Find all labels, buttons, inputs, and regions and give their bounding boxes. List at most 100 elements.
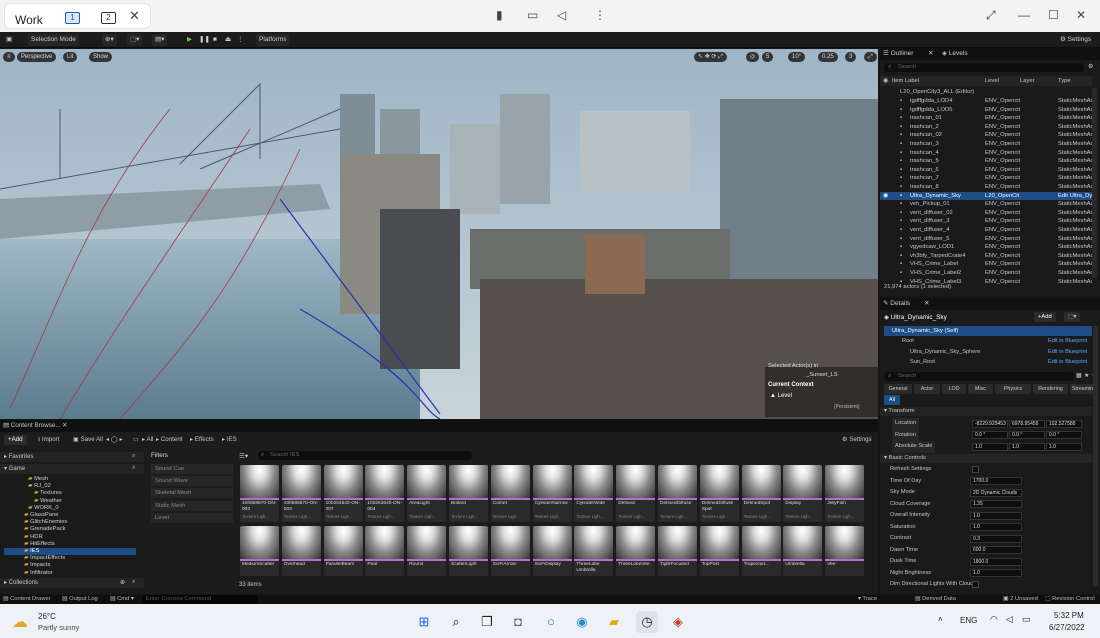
outliner-row[interactable]: ▪ trashcan_3 ENV_Opencit StaticMeshAc bbox=[880, 140, 1092, 149]
tray-expand-icon[interactable]: ˄ bbox=[938, 615, 943, 624]
col-item-label[interactable]: Item Label bbox=[892, 76, 919, 86]
tab-outliner[interactable]: ☰ Outliner bbox=[883, 48, 913, 60]
breadcrumb-ies[interactable]: ▸ IES bbox=[222, 433, 237, 447]
output-log-button[interactable]: ▤ Output Log bbox=[62, 595, 98, 604]
wifi-icon[interactable]: ◠ bbox=[990, 614, 998, 625]
asset-tile[interactable]: DefinedSpot Texture Ligh... bbox=[741, 465, 781, 522]
search-icon[interactable]: ⌕ bbox=[445, 611, 467, 633]
close-window-icon[interactable]: ✕ bbox=[1076, 8, 1086, 22]
asset-tile[interactable]: Trapezoid... bbox=[741, 526, 781, 576]
outliner-row[interactable]: ▪ vgyedcaw_LOD1 ENV_Opencit StaticMeshAc bbox=[880, 243, 1092, 252]
desktop-2-button[interactable]: 2 bbox=[101, 12, 116, 24]
outliner-row[interactable]: ▪ VHS_Crime_Label ENV_Opencit StaticMeshAc bbox=[880, 260, 1092, 269]
outliner-scrollbar[interactable] bbox=[1092, 88, 1097, 278]
monitor-icon[interactable]: ▭ bbox=[527, 8, 538, 22]
unsaved-button[interactable]: ▣ 2 Unsaved bbox=[1003, 595, 1038, 604]
category-all[interactable]: All bbox=[884, 395, 900, 405]
transform-value[interactable]: 0.0 ° bbox=[1046, 431, 1082, 440]
weather-icon[interactable]: ☁ bbox=[12, 612, 28, 632]
folder-impacts[interactable]: ▰ Impacts bbox=[24, 562, 50, 569]
favorites-section[interactable]: ▸ Favorites bbox=[0, 452, 144, 462]
asset-tile[interactable]: 100263640-ON-004 Texture Ligh... bbox=[365, 465, 405, 522]
outliner-search-input[interactable]: ⌕ Search bbox=[884, 63, 1084, 72]
outliner-row[interactable]: ▪ trashcan_8 ENV_Opencit StaticMeshAc bbox=[880, 183, 1092, 192]
weather-desc[interactable]: Partly sunny bbox=[38, 623, 79, 632]
transform-value[interactable]: 0.0 ° bbox=[972, 431, 1008, 440]
asset-tile[interactable]: Umbrella bbox=[783, 526, 823, 576]
transform-label[interactable]: Location bbox=[892, 418, 920, 430]
world-local-icon[interactable]: ◎ bbox=[746, 52, 760, 62]
close-icon[interactable]: ✕ bbox=[129, 8, 140, 24]
transform-section[interactable]: ▾ Transform bbox=[880, 407, 1092, 416]
cb-settings-button[interactable]: ⚙ Settings bbox=[842, 433, 872, 447]
filter-item[interactable]: Sound Cue bbox=[151, 464, 233, 474]
outliner-row[interactable]: ▪ trashcan_4 ENV_Opencit StaticMeshAc bbox=[880, 149, 1092, 158]
asset-tile[interactable]: Vee bbox=[825, 526, 865, 576]
asset-tile[interactable]: ThreeLobeVee bbox=[616, 526, 656, 576]
save-icon[interactable]: ▣ bbox=[3, 34, 15, 46]
perspective-button[interactable]: Perspective bbox=[17, 52, 57, 62]
edge-icon[interactable]: ◉ bbox=[571, 611, 593, 633]
more-vert-icon[interactable]: ⋮ bbox=[594, 8, 606, 22]
tab-details[interactable]: ✎ Details bbox=[883, 298, 910, 310]
minimize-icon[interactable]: — bbox=[1018, 8, 1030, 22]
close-icon[interactable]: ✕ bbox=[924, 298, 929, 310]
edit-in-blueprint-link[interactable]: Edit in Blueprint bbox=[1048, 357, 1087, 367]
figma-icon[interactable]: ◈ bbox=[667, 611, 689, 633]
asset-tile[interactable]: Overhead bbox=[281, 526, 321, 576]
asset-tile[interactable]: Pear bbox=[365, 526, 405, 576]
details-scrollbar[interactable] bbox=[1093, 326, 1098, 586]
property-field[interactable]: 1700.0 bbox=[970, 477, 1022, 486]
derived-data-button[interactable]: ▤ Derived Data bbox=[915, 595, 956, 604]
scale-snap-value[interactable]: 0.25 bbox=[818, 52, 838, 62]
weather-temp[interactable]: 26°C bbox=[38, 612, 56, 621]
folder-ies[interactable]: ▰ IES bbox=[4, 548, 136, 555]
asset-tile[interactable]: ThreeLobe Umbrella bbox=[574, 526, 614, 576]
blueprint-icon[interactable]: ⬚▾ bbox=[127, 34, 143, 46]
asset-tile[interactable]: 100888870-ON-003 Texture Ligh... bbox=[281, 465, 321, 522]
transform-value[interactable]: 6978.95459 bbox=[1009, 419, 1045, 428]
component-row[interactable]: Root Edit in Blueprint bbox=[880, 336, 1092, 346]
asset-tile[interactable]: ScatterLight bbox=[449, 526, 488, 576]
outliner-row[interactable]: ▪ tgdffgdda_LOD5 ENV_Opencit StaticMeshAc bbox=[880, 106, 1092, 115]
property-field[interactable]: 1800.0 bbox=[970, 557, 1022, 566]
property-field[interactable]: 1.0 bbox=[970, 523, 1022, 532]
outliner-row[interactable]: ▪ vh3bfy_TarpedCrate4 ENV_Opencit StaticMes… bbox=[880, 252, 1092, 261]
filter-item[interactable]: Skeletal Mesh bbox=[151, 488, 233, 499]
cmd-dropdown[interactable]: ▤ Cmd ▾ bbox=[110, 595, 134, 604]
col-type[interactable]: Type bbox=[1058, 76, 1071, 86]
outliner-row[interactable]: ▪ trashcan_01 ENV_Opencit StaticMeshAc bbox=[880, 114, 1092, 123]
add-collection-icon[interactable]: ⊕ bbox=[120, 579, 125, 586]
breadcrumb-content[interactable]: ▸ Content bbox=[156, 433, 183, 447]
signal-icon[interactable]: ▮ bbox=[496, 8, 503, 22]
trace-button[interactable]: ▾ Trace bbox=[858, 595, 877, 604]
outliner-row[interactable]: ▪ trashcan_5 ENV_Opencit StaticMeshAc bbox=[880, 157, 1092, 166]
selection-mode-button[interactable]: Selection Mode bbox=[28, 34, 79, 46]
folder-weather[interactable]: ▰ Weather bbox=[34, 498, 62, 505]
expand-icon[interactable]: ⤢ bbox=[986, 8, 996, 23]
asset-tile[interactable]: Comet Texture Ligh... bbox=[490, 465, 530, 522]
language-indicator[interactable]: ENG bbox=[960, 616, 977, 625]
breadcrumb-effects[interactable]: ▸ Effects bbox=[190, 433, 214, 447]
transform-value[interactable]: -8229.929453 bbox=[972, 419, 1008, 428]
play-options-icon[interactable]: ⋮ bbox=[234, 34, 247, 46]
lit-button[interactable]: Lit bbox=[63, 52, 78, 62]
import-button[interactable]: ⭳ Import bbox=[38, 433, 59, 447]
eject-icon[interactable]: ⏏ bbox=[222, 34, 234, 46]
col-level[interactable]: Level bbox=[985, 76, 999, 86]
folder-impacteffects[interactable]: ▰ ImpactEffects bbox=[24, 555, 65, 562]
outliner-row[interactable]: ▪ tgdffgdda_LOD4 ENV_Opencit StaticMeshAc bbox=[880, 97, 1092, 106]
desktop-1-button[interactable]: 1 bbox=[65, 12, 80, 24]
outliner-row[interactable]: ▪ vent_diffuser_4 ENV_Opencit StaticMeshAc bbox=[880, 226, 1092, 235]
property-checkbox[interactable] bbox=[972, 466, 979, 473]
folder-glasspane[interactable]: ▰ GlassPane bbox=[24, 512, 58, 519]
revision-control-button[interactable]: ⬚ Revision Control bbox=[1045, 595, 1095, 604]
asset-tile[interactable]: Bollard Texture Ligh... bbox=[449, 465, 488, 522]
category-misc[interactable]: Misc bbox=[968, 384, 993, 394]
asset-tile[interactable]: Defined Texture Ligh... bbox=[616, 465, 656, 522]
add-component-button[interactable]: +Add bbox=[1034, 312, 1056, 322]
grid-icon[interactable]: ▦ bbox=[1076, 372, 1082, 379]
property-field[interactable]: 1.0 bbox=[970, 511, 1022, 520]
close-icon[interactable]: ✕ bbox=[928, 48, 933, 60]
content-drawer-button[interactable]: ▤ Content Drawer bbox=[3, 595, 51, 604]
